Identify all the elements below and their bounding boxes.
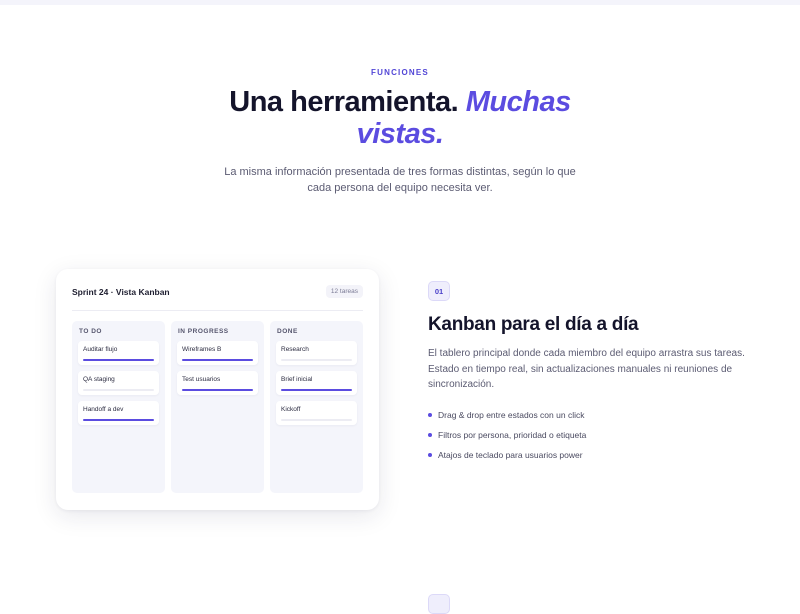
feature-bullet-text: Drag & drop entre estados con un click [438, 410, 585, 420]
task-progress-bar [83, 389, 154, 391]
task-label: Brief inicial [281, 376, 313, 383]
task-progress-bar [281, 359, 352, 361]
feature-bullet: Drag & drop entre estados con un click [428, 405, 758, 425]
task-card[interactable]: Test usuarios [177, 371, 258, 395]
bullet-dot-icon [428, 433, 432, 437]
task-progress-bar [83, 359, 154, 361]
bullet-dot-icon [428, 453, 432, 457]
next-feature-badge [428, 594, 450, 614]
task-label: Test usuarios [182, 376, 221, 383]
task-count-badge: 12 tareas [325, 285, 363, 298]
kanban-column: TO DO Auditar flujo QA staging Handoff a de… [72, 321, 165, 493]
task-card[interactable]: Brief inicial [276, 371, 357, 395]
task-card[interactable]: Kickoff [276, 401, 357, 425]
feature-bullet-list: Drag & drop entre estados con un click Fi… [428, 405, 758, 465]
task-card[interactable]: Handoff a dev [78, 401, 159, 425]
task-label: QA staging [83, 376, 115, 383]
task-label: Auditar flujo [83, 346, 118, 353]
task-label: Research [281, 346, 309, 353]
feature-title: Kanban para el día a día [428, 314, 639, 335]
kanban-column: IN PROGRESS Wireframes B Test usuarios [171, 321, 264, 493]
task-card[interactable]: Auditar flujo [78, 341, 159, 365]
feature-bullet-text: Atajos de teclado para usuarios power [438, 450, 583, 460]
section-title-plain: Una herramienta. [229, 86, 459, 118]
task-progress-bar [281, 419, 352, 421]
task-progress-bar [182, 389, 253, 391]
task-card[interactable]: QA staging [78, 371, 159, 395]
section-subtitle: La misma información presentada de tres … [224, 166, 576, 194]
feature-bullet: Atajos de teclado para usuarios power [428, 445, 758, 465]
task-progress-bar [83, 419, 154, 421]
kanban-columns: TO DO Auditar flujo QA staging Handoff a de… [72, 321, 363, 493]
board-header: Sprint 24 · Vista Kanban 12 tareas [72, 285, 363, 311]
task-card[interactable]: Research [276, 341, 357, 365]
feature-bullet: Filtros por persona, prioridad o etiquet… [428, 425, 758, 445]
column-title: DONE [277, 328, 298, 335]
top-bar [0, 0, 800, 5]
task-label: Kickoff [281, 406, 301, 413]
bullet-dot-icon [428, 413, 432, 417]
column-title: IN PROGRESS [178, 328, 229, 335]
section-eyebrow: FUNCIONES [371, 68, 429, 77]
task-label: Wireframes B [182, 346, 222, 353]
feature-number-badge: 01 [428, 281, 450, 301]
kanban-column: DONE Research Brief inicial Kickoff [270, 321, 363, 493]
board-title: Sprint 24 · Vista Kanban [72, 287, 170, 297]
feature-bullet-text: Filtros por persona, prioridad o etiquet… [438, 430, 587, 440]
task-progress-bar [281, 389, 352, 391]
section-title: Una herramienta. Muchas vistas. [200, 86, 600, 150]
kanban-board-card: Sprint 24 · Vista Kanban 12 tareas TO DO… [56, 269, 379, 510]
task-label: Handoff a dev [83, 406, 124, 413]
column-title: TO DO [79, 328, 102, 335]
feature-description: El tablero principal donde cada miembro … [428, 348, 745, 390]
task-card[interactable]: Wireframes B [177, 341, 258, 365]
task-progress-bar [182, 359, 253, 361]
